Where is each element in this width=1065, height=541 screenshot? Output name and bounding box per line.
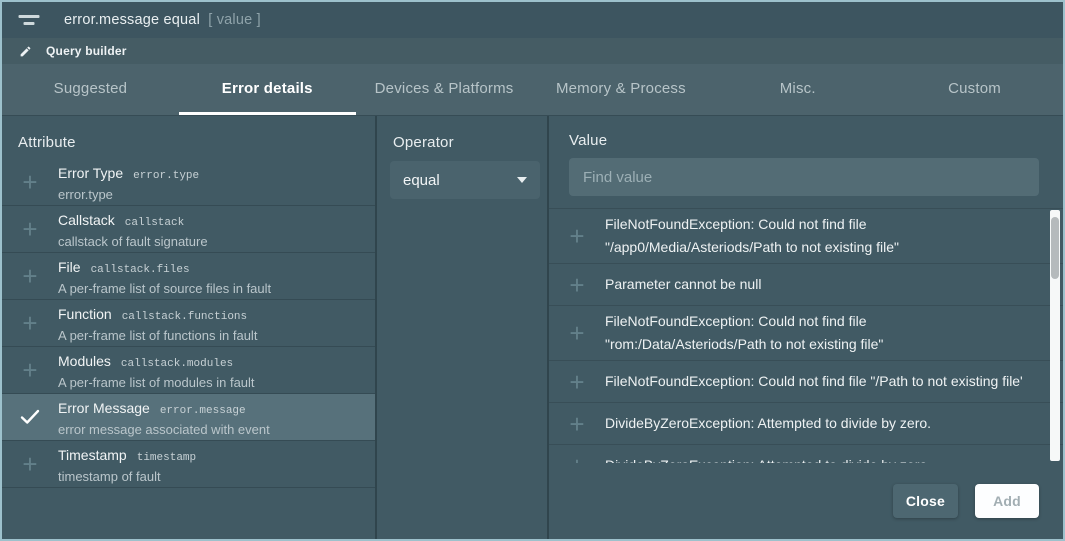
plus-icon[interactable]: + xyxy=(2,441,58,487)
attribute-panel-header: Attribute xyxy=(2,116,375,159)
query-builder-body: Attribute +Error Typeerror.typeerror.typ… xyxy=(2,116,1063,539)
plus-icon[interactable]: + xyxy=(2,347,58,393)
value-list-rows: +FileNotFoundException: Could not find f… xyxy=(549,208,1063,463)
filter-icon xyxy=(18,13,40,27)
plus-icon[interactable]: + xyxy=(549,411,605,437)
plus-icon[interactable]: + xyxy=(2,206,58,252)
attribute-key: error.type xyxy=(133,170,199,182)
attribute-item-callstack.modules[interactable]: +Modules callstack.modules A per-frame lis… xyxy=(2,347,375,394)
value-panel: Value +FileNotFoundException: Could not … xyxy=(549,116,1063,539)
attribute-item-callstack.files[interactable]: +File callstack.files A per-frame list of … xyxy=(2,253,375,300)
attribute-title: Callstack xyxy=(58,212,115,228)
value-list-item[interactable]: +DivideByZeroException: Attempted to div… xyxy=(549,402,1063,444)
attribute-panel: Attribute +Error Typeerror.typeerror.typ… xyxy=(2,116,377,539)
value-panel-header: Value xyxy=(549,116,1063,149)
filter-summary-bar: error.message equal [ value ] xyxy=(2,2,1063,38)
attribute-description: error message associated with event xyxy=(58,422,375,437)
filter-summary-value-placeholder: [ value ] xyxy=(208,12,261,28)
tab-devices-platforms[interactable]: Devices & Platforms xyxy=(356,64,533,115)
chevron-down-icon xyxy=(517,177,527,183)
operator-select[interactable]: equal xyxy=(390,161,540,199)
value-list-item[interactable]: +DivideByZeroException: Attempted to div… xyxy=(549,444,1063,463)
attribute-key: callstack.modules xyxy=(121,358,233,370)
scrollbar-thumb[interactable] xyxy=(1051,217,1059,279)
attribute-description: A per-frame list of functions in fault xyxy=(58,328,375,343)
attribute-title: File xyxy=(58,259,81,275)
attribute-description: A per-frame list of modules in fault xyxy=(58,375,375,390)
value-item-text: Parameter cannot be null xyxy=(605,273,761,296)
query-builder-dialog: error.message equal [ value ] Query buil… xyxy=(0,0,1065,541)
plus-icon[interactable]: + xyxy=(2,253,58,299)
attribute-key: timestamp xyxy=(137,452,196,464)
value-item-text: FileNotFoundException: Could not find fi… xyxy=(605,310,883,356)
operator-selected-value: equal xyxy=(403,172,440,189)
attribute-item-error.message[interactable]: Error Message error.message error message … xyxy=(2,394,375,441)
attribute-description: error.type xyxy=(58,187,375,202)
close-button[interactable]: Close xyxy=(893,484,958,518)
attribute-title: Function xyxy=(58,306,112,322)
attribute-key: callstack.files xyxy=(91,264,190,276)
attribute-key: callstack.functions xyxy=(122,311,247,323)
plus-icon[interactable]: + xyxy=(2,300,58,346)
filter-summary-query: error.message equal xyxy=(64,12,200,28)
filter-summary-text: error.message equal [ value ] xyxy=(64,12,261,28)
value-list-item[interactable]: +FileNotFoundException: Could not find f… xyxy=(549,360,1063,402)
attribute-item-callstack[interactable]: +Callstack callstack callstack of fault si… xyxy=(2,206,375,253)
attribute-description: A per-frame list of source files in faul… xyxy=(58,281,375,296)
scrollbar-track[interactable] xyxy=(1050,210,1060,461)
attribute-item-timestamp[interactable]: +Timestamp timestamp timestamp of fault xyxy=(2,441,375,488)
attribute-title: Error Message xyxy=(58,400,150,416)
tab-error-details[interactable]: Error details xyxy=(179,64,356,115)
attribute-item-error.type[interactable]: +Error Type error.type error.type xyxy=(2,159,375,206)
value-search-input[interactable] xyxy=(569,158,1039,196)
operator-panel: Operator equal xyxy=(377,116,549,539)
plus-icon[interactable]: + xyxy=(549,320,605,346)
attribute-title: Error Type xyxy=(58,165,123,181)
plus-icon[interactable]: + xyxy=(549,369,605,395)
tab-suggested[interactable]: Suggested xyxy=(2,64,179,115)
attribute-title: Timestamp xyxy=(58,447,127,463)
attribute-description: callstack of fault signature xyxy=(58,234,375,249)
add-button[interactable]: Add xyxy=(975,484,1039,518)
plus-icon[interactable]: + xyxy=(549,453,605,464)
value-item-text: FileNotFoundException: Could not find fi… xyxy=(605,370,1023,393)
tab-memory-process[interactable]: Memory & Process xyxy=(532,64,709,115)
plus-icon[interactable]: + xyxy=(549,272,605,298)
attribute-key: error.message xyxy=(160,405,246,417)
edit-pencil-icon xyxy=(19,45,32,58)
attribute-item-callstack.functions[interactable]: +Function callstack.functions A per-frame … xyxy=(2,300,375,347)
attribute-key: callstack xyxy=(125,217,184,229)
operator-panel-header: Operator xyxy=(390,134,547,151)
value-item-text: DivideByZeroException: Attempted to divi… xyxy=(605,454,931,463)
tab-misc[interactable]: Misc. xyxy=(709,64,886,115)
query-builder-header: Query builder xyxy=(2,38,1063,64)
dialog-footer: Close Add xyxy=(549,463,1063,539)
plus-icon[interactable]: + xyxy=(549,223,605,249)
value-list: +FileNotFoundException: Could not find f… xyxy=(549,208,1063,463)
value-list-item[interactable]: +FileNotFoundException: Could not find f… xyxy=(549,208,1063,263)
query-builder-title: Query builder xyxy=(46,44,127,58)
attribute-description: timestamp of fault xyxy=(58,469,375,484)
value-list-item[interactable]: +Parameter cannot be null xyxy=(549,263,1063,305)
value-item-text: FileNotFoundException: Could not find fi… xyxy=(605,213,899,259)
attribute-title: Modules xyxy=(58,353,111,369)
tab-custom[interactable]: Custom xyxy=(886,64,1063,115)
tab-bar: SuggestedError detailsDevices & Platform… xyxy=(2,64,1063,116)
value-item-text: DivideByZeroException: Attempted to divi… xyxy=(605,412,931,435)
attribute-list: +Error Typeerror.typeerror.type+Callstac… xyxy=(2,159,375,488)
value-list-item[interactable]: +FileNotFoundException: Could not find f… xyxy=(549,305,1063,360)
plus-icon[interactable]: + xyxy=(2,159,58,205)
check-icon xyxy=(2,394,58,440)
